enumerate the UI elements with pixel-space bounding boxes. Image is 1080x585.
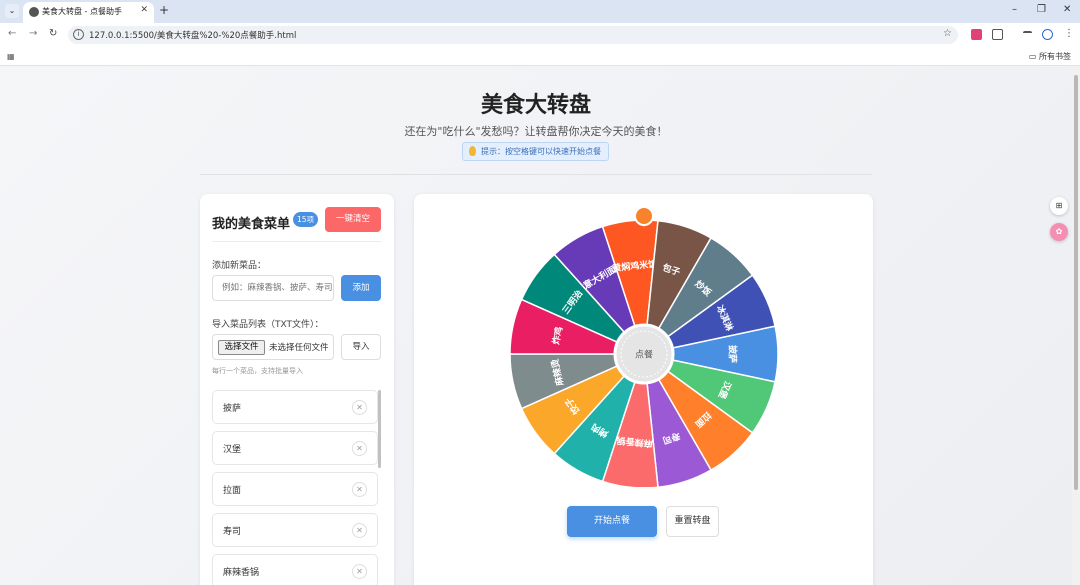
item-count-badge: 15项	[293, 212, 318, 227]
delete-icon[interactable]: ✕	[352, 523, 367, 538]
tab-title: 美食大转盘 - 点餐助手	[42, 7, 122, 16]
tab-search-icon[interactable]: ⌄	[5, 4, 19, 18]
file-input[interactable]: 选择文件 未选择任何文件	[212, 334, 334, 360]
back-icon[interactable]: ←	[8, 28, 16, 39]
new-tab-icon[interactable]: +	[159, 3, 169, 17]
wheel-segment-label: 披萨	[727, 345, 739, 363]
choose-file-button[interactable]: 选择文件	[218, 340, 265, 355]
clear-all-button[interactable]: 一键清空	[325, 207, 381, 232]
panel-divider	[212, 241, 382, 242]
media-icon[interactable]	[1023, 31, 1032, 38]
lightbulb-icon	[469, 146, 476, 156]
wheel-center-label[interactable]: 点餐	[635, 349, 653, 361]
url-text[interactable]: 127.0.0.1:5500/美食大转盘%20-%20点餐助手.html	[89, 29, 296, 41]
page: 美食大转盘 还在为"吃什么"发愁吗？让转盘帮你决定今天的美食！ 提示：按空格键可…	[0, 67, 1072, 585]
restore-icon[interactable]: ❐	[1037, 4, 1046, 15]
url-bar[interactable]: i 127.0.0.1:5500/美食大转盘%20-%20点餐助手.html ☆	[68, 26, 958, 44]
add-food-label: 添加新菜品：	[212, 261, 267, 271]
food-item-name: 汉堡	[223, 445, 242, 455]
hint-text: 提示：按空格键可以快速开始点餐	[481, 147, 601, 156]
food-list: 披萨 ✕ 汉堡 ✕ 拉面 ✕ 寿司 ✕ 麻辣香锅 ✕	[212, 390, 378, 585]
food-item-name: 麻辣香锅	[223, 568, 260, 578]
apps-grid-icon[interactable]: ▦	[7, 52, 16, 61]
browser-tabbar: ⌄ 美食大转盘 - 点餐助手 ✕ + – ❐ ✕	[0, 0, 1080, 23]
list-item: 汉堡 ✕	[212, 431, 378, 465]
page-scroll-thumb[interactable]	[1074, 75, 1078, 490]
list-item: 麻辣香锅 ✕	[212, 554, 378, 585]
food-list-scrollbar[interactable]	[378, 390, 381, 468]
page-title: 美食大转盘	[480, 93, 591, 118]
minimize-icon[interactable]: –	[1012, 4, 1017, 15]
menu-panel: 我的美食菜单 15项 一键清空 添加新菜品： 添加 导入菜品列表（TXT文件）：…	[200, 194, 394, 585]
bookmarks-bar: ▦ ▭ 所有书签	[0, 47, 1080, 66]
profile-icon[interactable]	[1042, 29, 1053, 40]
extension-icon[interactable]	[971, 29, 982, 40]
food-item-name: 拉面	[223, 486, 242, 496]
import-help-text: 每行一个菜品，支持批量导入	[212, 367, 303, 375]
list-item: 拉面 ✕	[212, 472, 378, 506]
grid-tool-icon[interactable]: ⊞	[1050, 197, 1068, 215]
food-item-name: 寿司	[223, 527, 242, 537]
wheel-pointer-knob	[634, 207, 654, 226]
globe-icon	[29, 7, 39, 17]
info-icon[interactable]: i	[73, 29, 84, 40]
forward-icon[interactable]: →	[29, 28, 37, 39]
puzzle-icon[interactable]	[992, 29, 1003, 40]
delete-icon[interactable]: ✕	[352, 482, 367, 497]
import-button[interactable]: 导入	[341, 334, 381, 360]
list-item: 披萨 ✕	[212, 390, 378, 424]
add-food-button[interactable]: 添加	[341, 275, 381, 301]
delete-icon[interactable]: ✕	[352, 564, 367, 579]
wheel-panel: 披萨 汉堡 拉面 寿司 麻辣香锅 烤肉 饺子 麻辣烫 炸鸡 三明治 意大利面 黄焖鸡米饭 包子 炒饭 冰淇淋…	[414, 194, 873, 585]
more-menu-icon[interactable]: ⋮	[1064, 28, 1074, 39]
star-icon[interactable]: ☆	[943, 28, 952, 39]
start-spin-button[interactable]: 开始点餐	[567, 506, 657, 537]
window-close-icon[interactable]: ✕	[1063, 4, 1071, 15]
delete-icon[interactable]: ✕	[352, 400, 367, 415]
reset-wheel-button[interactable]: 重置转盘	[666, 506, 719, 537]
browser-tab[interactable]: 美食大转盘 - 点餐助手 ✕	[23, 2, 154, 23]
import-label: 导入菜品列表（TXT文件）：	[212, 320, 324, 330]
delete-icon[interactable]: ✕	[352, 441, 367, 456]
bookmarks-folder[interactable]: ▭ 所有书签	[1029, 51, 1071, 62]
reload-icon[interactable]: ↻	[49, 28, 57, 39]
menu-title: 我的美食菜单	[212, 217, 291, 232]
food-item-name: 披萨	[223, 404, 242, 414]
food-wheel[interactable]: 披萨汉堡拉面寿司麻辣香锅烤肉饺子麻辣烫炸鸡三明治意大利面黄焖鸡米饭 包子炒饭冰淇淋…	[507, 207, 781, 487]
list-item: 寿司 ✕	[212, 513, 378, 547]
keyboard-hint: 提示：按空格键可以快速开始点餐	[462, 142, 609, 161]
address-toolbar: ← → ↻ i 127.0.0.1:5500/美食大转盘%20-%20点餐助手.…	[0, 23, 1080, 47]
header-divider	[200, 174, 872, 175]
food-name-input[interactable]	[212, 275, 334, 301]
page-subtitle: 还在为"吃什么"发愁吗？让转盘帮你决定今天的美食！	[404, 125, 668, 138]
close-icon[interactable]: ✕	[140, 5, 148, 15]
side-toolbar: ⊞ ✿	[1049, 197, 1069, 247]
assistant-icon[interactable]: ✿	[1050, 223, 1068, 241]
bookmarks-folder-label: 所有书签	[1039, 52, 1071, 61]
file-status: 未选择任何文件	[269, 343, 329, 353]
page-scrollbar[interactable]	[1072, 67, 1080, 585]
